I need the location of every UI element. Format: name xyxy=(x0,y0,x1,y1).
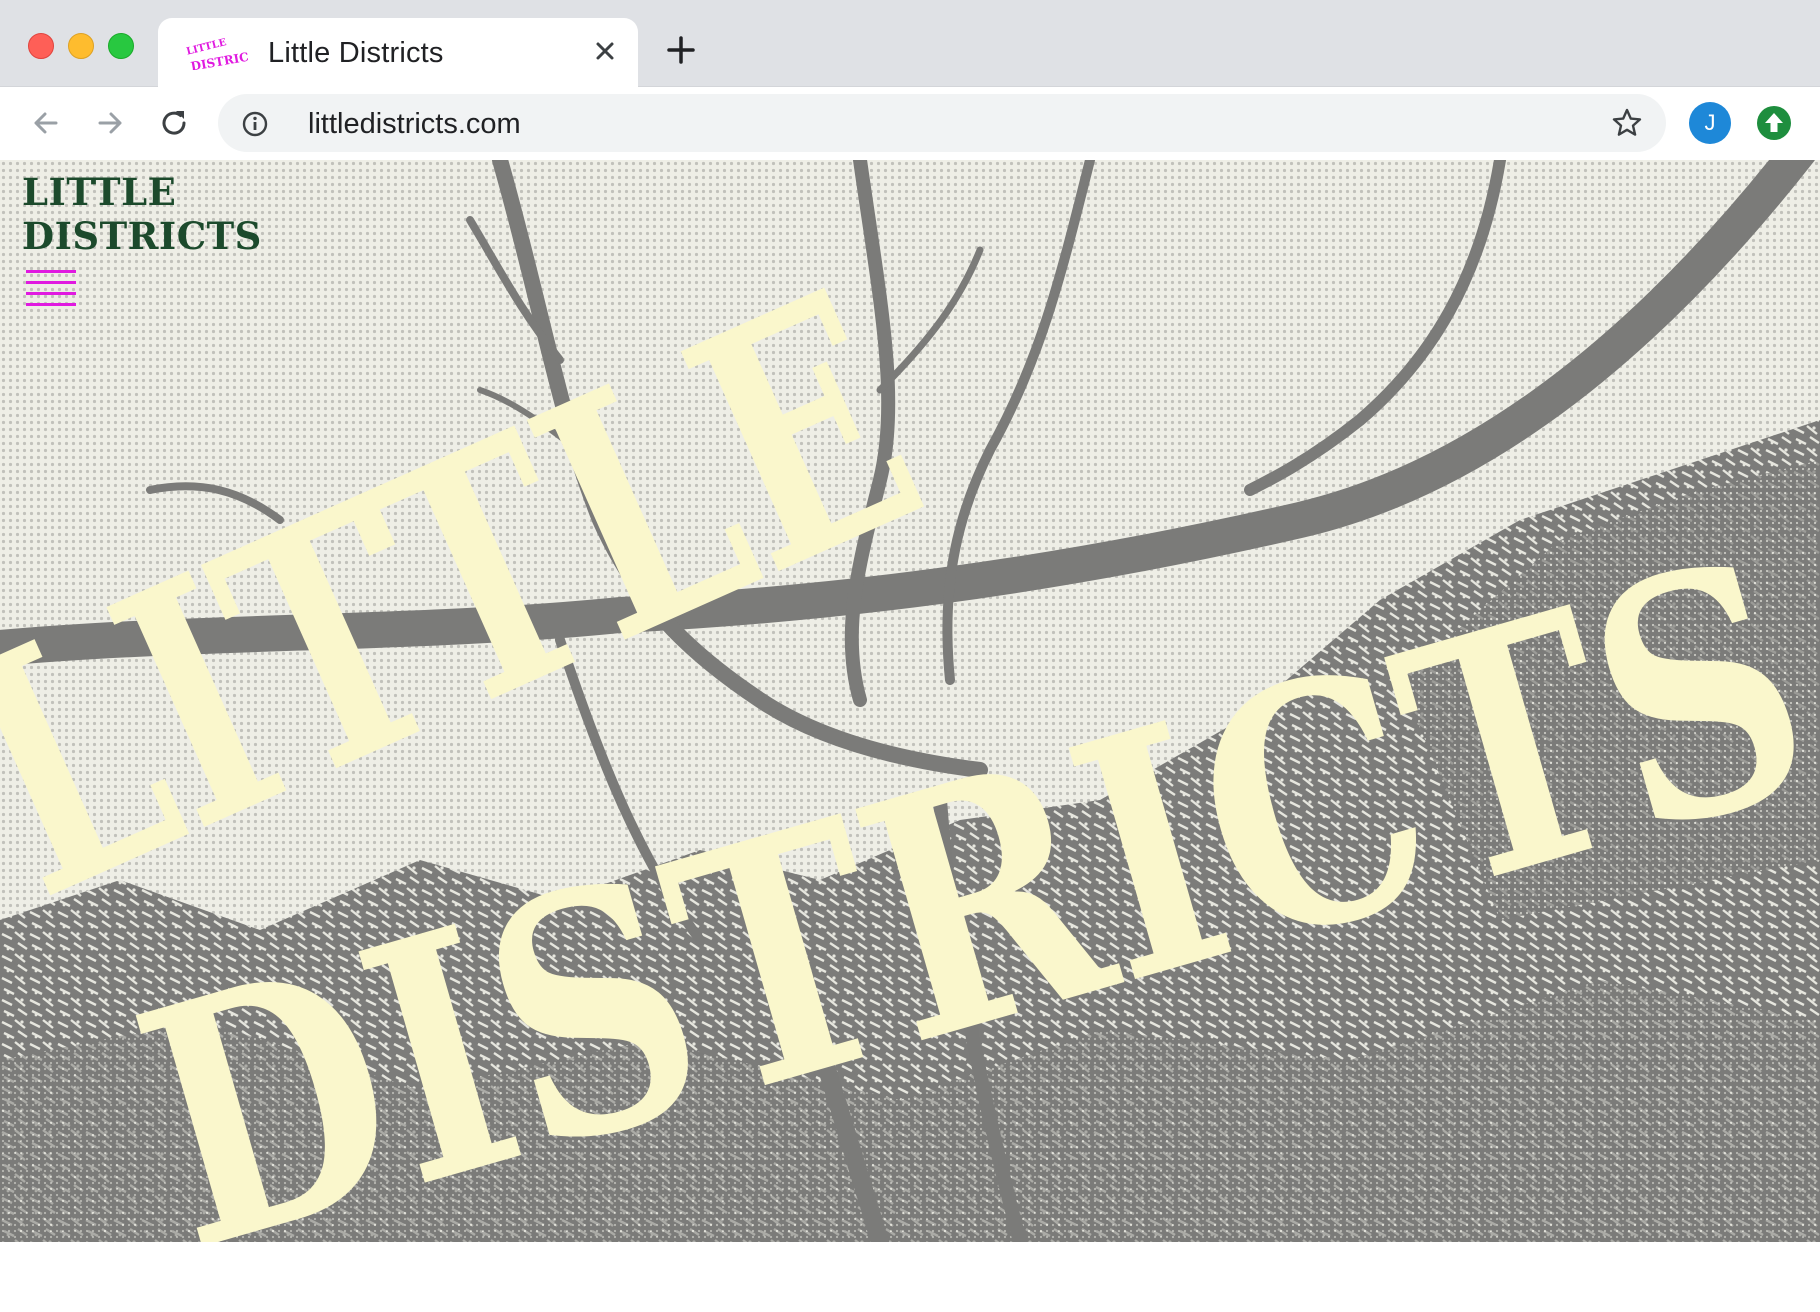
profile-avatar[interactable]: J xyxy=(1689,102,1731,144)
site-favicon-icon: LITTLE DISTRICTS xyxy=(185,37,248,70)
arrow-left-icon[interactable] xyxy=(28,105,64,141)
tab-title: Little Districts xyxy=(268,37,444,69)
address-bar[interactable]: littledistricts.com xyxy=(218,94,1666,152)
info-icon[interactable] xyxy=(240,109,270,139)
reload-icon[interactable] xyxy=(156,105,192,141)
page-footer-space xyxy=(0,1242,1820,1312)
url-text[interactable]: littledistricts.com xyxy=(308,108,521,141)
browser-toolbar: littledistricts.com J xyxy=(0,87,1820,160)
arrow-up-icon[interactable] xyxy=(1755,104,1793,142)
site-logo[interactable]: LITTLE DISTRICTS xyxy=(22,170,262,258)
close-icon[interactable] xyxy=(590,36,620,66)
tab-little-districts[interactable]: LITTLE DISTRICTS Little Districts xyxy=(158,18,638,87)
hamburger-menu-icon[interactable] xyxy=(24,268,80,308)
maximize-window-button[interactable] xyxy=(108,33,134,59)
web-page: LITTLE DISTRICTS LITTLE DISTRICTS xyxy=(0,160,1820,1242)
site-logo-line-1: LITTLE xyxy=(22,170,177,214)
tab-strip: LITTLE DISTRICTS Little Districts xyxy=(0,0,1820,87)
hero-image: LITTLE DISTRICTS xyxy=(0,160,1820,1242)
minimize-window-button[interactable] xyxy=(68,33,94,59)
site-logo-line-2: DISTRICTS xyxy=(22,214,262,258)
plus-icon[interactable] xyxy=(665,34,697,66)
close-window-button[interactable] xyxy=(28,33,54,59)
browser-window: LITTLE DISTRICTS Little Districts little… xyxy=(0,0,1820,1312)
arrow-right-icon[interactable] xyxy=(92,105,128,141)
star-icon[interactable] xyxy=(1610,106,1644,140)
